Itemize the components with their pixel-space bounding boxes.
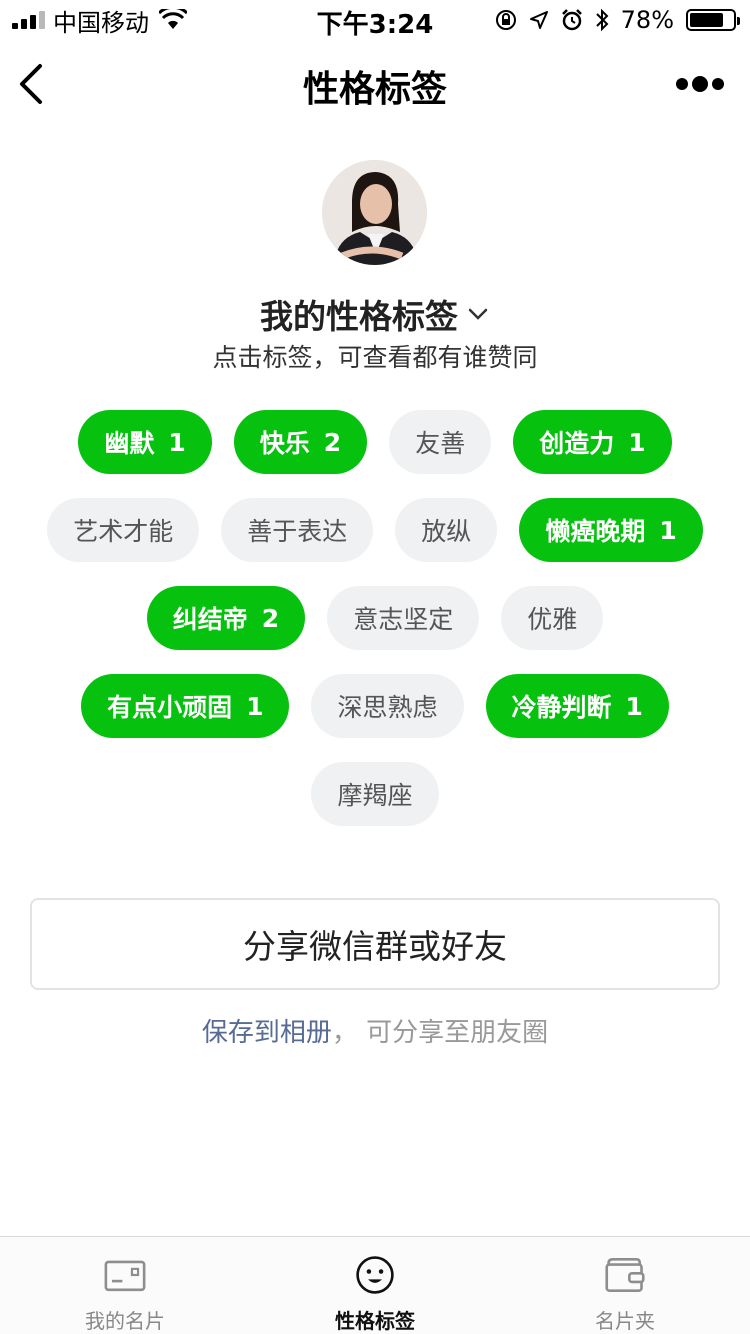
personality-tag[interactable]: 意志坚定 <box>327 586 480 650</box>
wallet-icon <box>605 1258 645 1292</box>
chevron-down-icon <box>468 308 488 320</box>
tag-row: 纠结帝 2 意志坚定 优雅 <box>0 586 750 650</box>
card-icon <box>104 1260 146 1292</box>
personality-tag[interactable]: 懒癌晚期 1 <box>519 498 703 562</box>
personality-tag[interactable]: 放纵 <box>395 498 498 562</box>
tag-label: 创造力 <box>539 429 615 458</box>
tag-section-selector[interactable]: 我的性格标签 <box>0 290 750 338</box>
tag-count: 2 <box>323 427 342 457</box>
smiley-icon <box>356 1256 394 1294</box>
tag-label: 快乐 <box>259 429 310 458</box>
tab-label: 性格标签 <box>335 1309 415 1333</box>
page-title: 性格标签 <box>302 69 447 110</box>
personality-tag[interactable]: 善于表达 <box>221 498 374 562</box>
tag-label: 深思熟虑 <box>337 693 438 722</box>
tab-bar: 我的名片 性格标签 名片夹 <box>0 1236 750 1334</box>
tag-label: 懒癌晚期 <box>545 517 646 546</box>
rotation-lock-icon <box>495 10 516 30</box>
personality-tag[interactable]: 艺术才能 <box>47 498 200 562</box>
personality-tag[interactable]: 幽默 1 <box>78 410 212 474</box>
personality-tag[interactable]: 优雅 <box>501 586 604 650</box>
tag-label: 纠结帝 <box>172 605 248 634</box>
save-hint-text: 可分享至朋友圈 <box>366 1018 549 1048</box>
tag-label: 善于表达 <box>247 517 348 546</box>
tab-personality-tags[interactable]: 性格标签 <box>250 1237 500 1334</box>
share-button[interactable]: 分享微信群或好友 <box>30 898 720 990</box>
section-subtitle: 点击标签，可查看都有谁赞同 <box>212 343 538 372</box>
tag-label: 意志坚定 <box>353 605 454 634</box>
personality-tag[interactable]: 快乐 2 <box>233 410 368 474</box>
nav-bar: 性格标签 <box>0 40 750 128</box>
personality-tag[interactable]: 纠结帝 2 <box>146 586 306 650</box>
tag-row: 幽默 1 快乐 2 友善 创造力 1 <box>0 410 750 474</box>
save-separator: ， <box>331 1018 358 1048</box>
tab-my-card[interactable]: 我的名片 <box>0 1237 250 1334</box>
tag-row: 摩羯座 <box>0 762 750 826</box>
avatar[interactable] <box>322 160 427 265</box>
section-title: 我的性格标签 <box>260 297 458 336</box>
battery-icon <box>686 9 740 31</box>
tag-row: 艺术才能 善于表达 放纵 懒癌晚期 1 <box>0 498 750 562</box>
tag-label: 摩羯座 <box>337 781 413 810</box>
tag-cloud: 幽默 1 快乐 2 友善 创造力 1 艺术才能 善于表达 放纵 懒癌晚期 1 纠结帝 2 意志坚定 优雅有点小… <box>0 410 750 850</box>
battery-percent: 78% <box>620 6 674 34</box>
tag-label: 有点小顽固 <box>107 693 233 722</box>
tag-row: 有点小顽固 1 深思熟虑 冷静判断 1 <box>0 674 750 738</box>
tag-count: 1 <box>625 691 643 721</box>
personality-tag[interactable]: 深思熟虑 <box>311 674 464 738</box>
personality-tag[interactable]: 摩羯座 <box>311 762 439 826</box>
more-icon[interactable] <box>676 76 724 92</box>
personality-tag[interactable]: 友善 <box>389 410 492 474</box>
tag-count: 1 <box>168 427 186 457</box>
tag-count: 1 <box>659 515 677 545</box>
save-to-album-link[interactable]: 保存到相册 <box>202 1018 332 1048</box>
location-icon <box>529 11 548 29</box>
tag-label: 友善 <box>415 429 466 458</box>
tag-count: 1 <box>628 427 646 457</box>
tag-count: 2 <box>261 603 280 633</box>
bluetooth-icon <box>595 8 609 32</box>
tag-label: 幽默 <box>104 429 155 458</box>
tab-card-holder[interactable]: 名片夹 <box>500 1237 750 1334</box>
tag-label: 冷静判断 <box>511 693 612 722</box>
tab-label: 名片夹 <box>595 1309 655 1333</box>
personality-tag[interactable]: 有点小顽固 1 <box>81 674 290 738</box>
personality-tag[interactable]: 冷静判断 1 <box>485 674 669 738</box>
personality-tag[interactable]: 创造力 1 <box>513 410 672 474</box>
tag-label: 艺术才能 <box>73 517 174 546</box>
tag-count: 1 <box>246 691 264 721</box>
save-hint: 保存到相册， 可分享至朋友圈 <box>0 1012 750 1049</box>
alarm-icon <box>561 9 582 31</box>
tag-label: 优雅 <box>527 605 578 634</box>
tag-label: 放纵 <box>421 517 472 546</box>
tab-label: 我的名片 <box>85 1309 165 1333</box>
status-bar: 中国移动 下午3:24 78% <box>0 0 750 40</box>
